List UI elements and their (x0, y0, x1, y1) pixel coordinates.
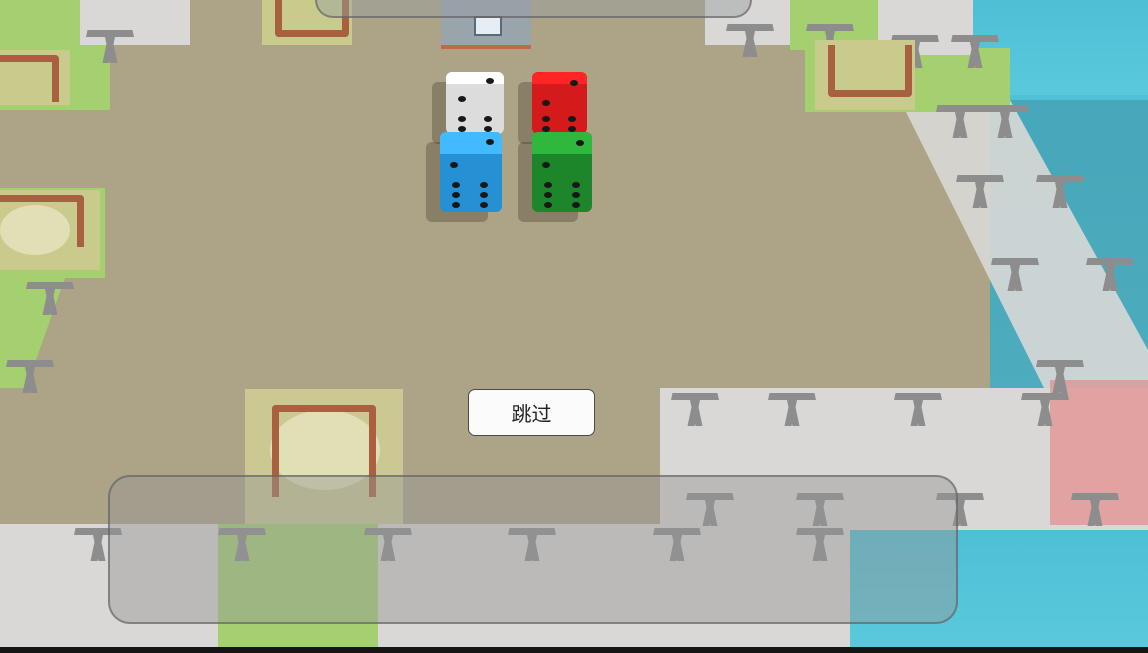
game-scene: 跳过 (0, 0, 1148, 653)
die-blue[interactable] (440, 132, 502, 212)
fence-top-right (828, 45, 912, 97)
skip-button[interactable]: 跳过 (468, 389, 595, 436)
track-arrow (762, 393, 822, 421)
track-arrow (1030, 360, 1090, 388)
track-arrow (985, 258, 1045, 286)
track-arrow (0, 360, 60, 388)
fence-left (0, 195, 84, 247)
track-arrow (665, 393, 725, 421)
track-arrow (975, 105, 1035, 133)
track-arrow (1030, 175, 1090, 203)
bottom-info-panel (108, 475, 958, 624)
die-white[interactable] (446, 72, 504, 134)
building-window (474, 16, 502, 36)
top-info-panel (315, 0, 752, 18)
track-arrow (720, 24, 780, 52)
track-arrow (80, 30, 140, 58)
track-arrow (950, 175, 1010, 203)
track-arrow (20, 282, 80, 310)
track-arrow (1015, 393, 1075, 421)
track-arrow (945, 35, 1005, 63)
screen-bottom-edge (0, 647, 1148, 653)
track-arrow (1080, 258, 1140, 286)
fence-top-left (0, 55, 59, 102)
track-arrow (1065, 493, 1125, 521)
die-red[interactable] (532, 72, 587, 134)
die-green[interactable] (532, 132, 592, 212)
track-arrow (888, 393, 948, 421)
